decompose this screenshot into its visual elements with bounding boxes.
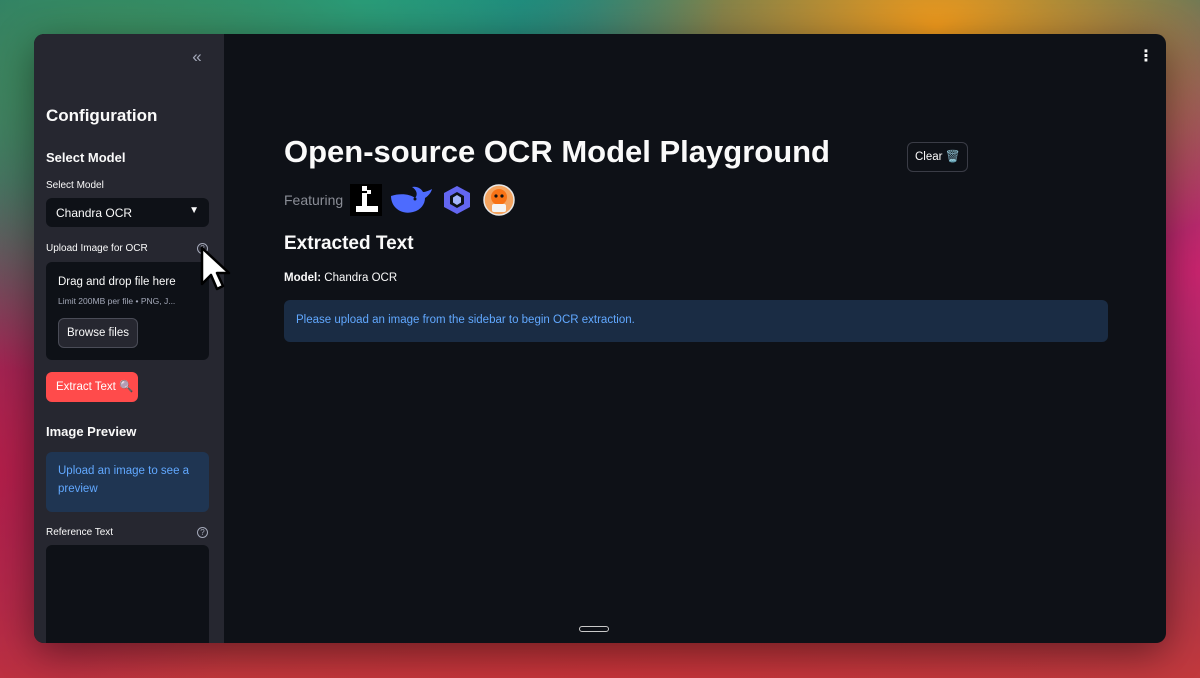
main-menu-button[interactable]: ⋮	[1138, 48, 1154, 66]
deepseek-logo-icon	[391, 186, 432, 213]
app-window: « Configuration Select Model Select Mode…	[34, 34, 1166, 643]
select-model-label: Select Model	[46, 180, 104, 191]
featuring-label: Featuring	[284, 192, 344, 208]
reference-text-label: Reference Text	[46, 527, 114, 538]
model-line: Model: Chandra OCR	[284, 272, 397, 284]
dropzone-title: Drag and drop file here	[58, 276, 176, 288]
page-title: Open-source OCR Model Playground	[284, 134, 830, 169]
model-select-value: Chandra OCR	[56, 206, 133, 220]
extract-text-button[interactable]: Extract Text 🔍	[46, 372, 138, 402]
model-select[interactable]: Chandra OCR ▼	[46, 198, 209, 227]
select-model-section-title: Select Model	[46, 150, 126, 165]
sidebar: « Configuration Select Model Select Mode…	[34, 34, 224, 643]
extracted-text-heading: Extracted Text	[284, 233, 414, 254]
collapse-sidebar-button[interactable]: «	[188, 48, 206, 66]
model-line-label: Model:	[284, 272, 322, 284]
reference-help-icon[interactable]: ?	[197, 527, 208, 538]
image-preview-title: Image Preview	[46, 424, 137, 439]
browse-files-button[interactable]: Browse files	[58, 318, 138, 348]
sidebar-heading: Configuration	[46, 106, 158, 125]
qwen-logo-icon	[444, 186, 470, 214]
chandra-logo-icon	[350, 184, 382, 216]
mouse-pointer-icon	[200, 246, 231, 291]
model-line-value: Chandra OCR	[324, 272, 398, 284]
bottom-drag-handle[interactable]	[579, 626, 609, 632]
dropzone-subtitle: Limit 200MB per file • PNG, J...	[58, 296, 176, 306]
clear-button[interactable]: Clear 🗑️	[907, 142, 968, 172]
reference-text-area[interactable]	[46, 545, 209, 643]
chevron-down-icon: ▼	[189, 205, 199, 216]
image-preview-placeholder: Upload an image to see a preview	[46, 452, 209, 512]
file-dropzone[interactable]: Drag and drop file here Limit 200MB per …	[46, 262, 209, 360]
info-alert: Please upload an image from the sidebar …	[284, 300, 1108, 342]
olmocr-logo-icon	[483, 184, 515, 216]
upload-label: Upload Image for OCR	[46, 243, 148, 254]
